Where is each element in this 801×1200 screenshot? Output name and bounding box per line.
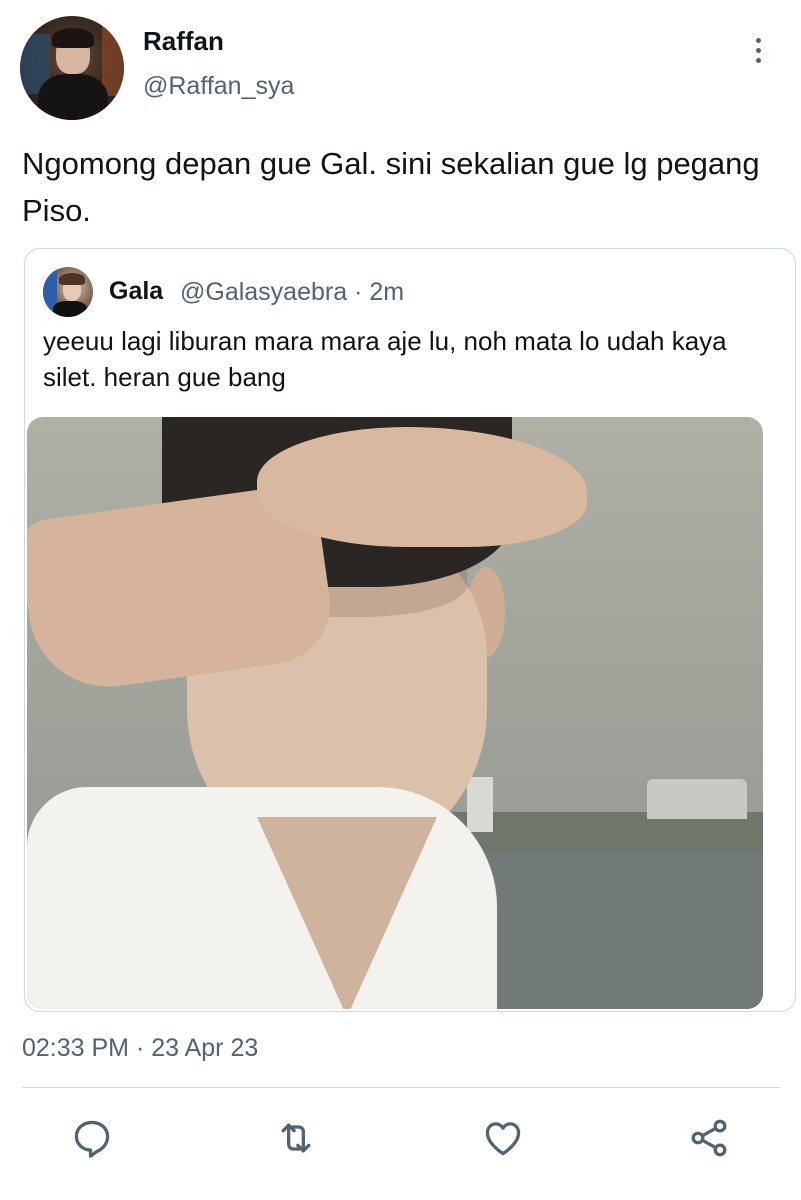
tweet-timestamp[interactable]: 02:33 PM · 23 Apr 23	[22, 1034, 258, 1063]
author-display-name[interactable]: Raffan	[143, 26, 224, 57]
like-button[interactable]	[481, 1116, 525, 1160]
quoted-author-meta: @Galasyaebra · 2m	[180, 278, 405, 306]
quoted-tweet-card[interactable]: Gala @Galasyaebra · 2m yeeuu lagi libura…	[24, 248, 796, 1012]
quoted-tweet-text: yeeuu lagi liburan mara mara aje lu, noh…	[43, 326, 727, 392]
retweet-button[interactable]	[274, 1116, 318, 1160]
like-icon	[485, 1122, 521, 1156]
tweet-text: Ngomong depan gue Gal. sini sekalian gue…	[22, 146, 760, 228]
quoted-author-avatar	[43, 267, 93, 317]
retweet-icon	[281, 1123, 311, 1153]
share-button[interactable]	[687, 1116, 731, 1160]
author-handle[interactable]: @Raffan_sya	[143, 72, 294, 101]
reply-icon	[74, 1120, 110, 1158]
reply-button[interactable]	[70, 1116, 114, 1160]
quoted-author-display-name: Gala	[109, 277, 164, 305]
divider	[22, 1087, 780, 1088]
share-icon	[691, 1119, 727, 1157]
author-avatar[interactable]	[20, 16, 124, 120]
more-vertical-icon[interactable]	[748, 38, 768, 66]
quoted-tweet-photo[interactable]	[27, 417, 763, 1009]
